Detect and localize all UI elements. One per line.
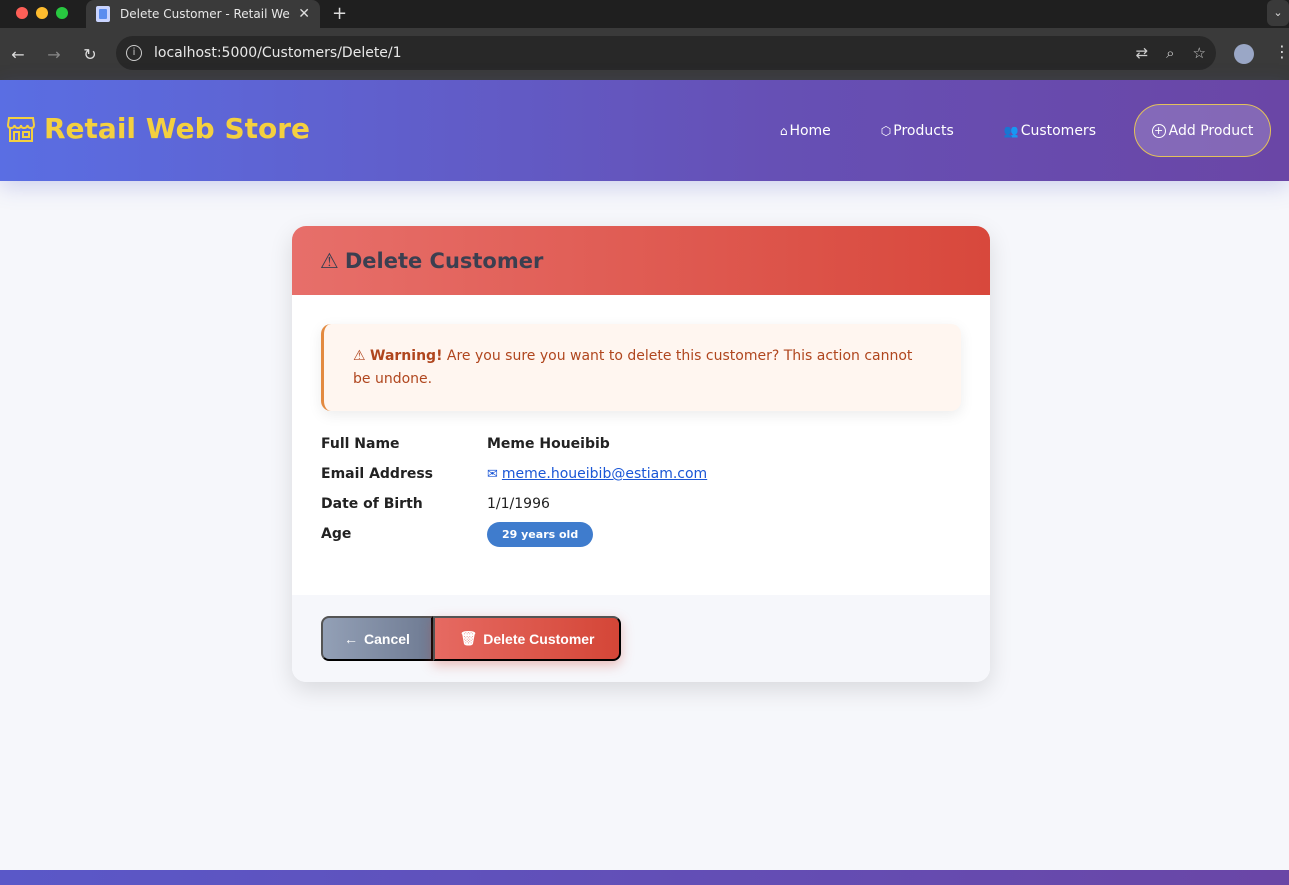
home-icon: ⌂	[779, 123, 788, 138]
nav-customers-label: Customers	[1020, 122, 1096, 139]
dob-label: Date of Birth	[321, 496, 423, 512]
browser-toolbar: ← → ↻ i localhost:5000/Customers/Delete/…	[0, 28, 1289, 80]
brand-link[interactable]: Retail Web Store	[6, 112, 310, 145]
people-icon: 👥	[1003, 123, 1019, 138]
nav-home-label: Home	[789, 122, 831, 139]
warning-alert: ⚠ Warning! Are you sure you want to dele…	[321, 324, 961, 411]
bookmark-star-icon[interactable]: ☆	[1193, 44, 1206, 62]
tab-title: Delete Customer - Retail Web	[120, 7, 291, 21]
browser-tabbar: Delete Customer - Retail Web ✕ + ⌄	[0, 0, 1289, 28]
page-favicon-icon	[96, 6, 110, 22]
store-icon	[6, 116, 36, 142]
email-link[interactable]: meme.houeibib@estiam.com	[502, 466, 707, 482]
tab-search-icon[interactable]: ⌄	[1267, 0, 1289, 26]
full-name-label: Full Name	[321, 436, 400, 452]
browser-tab[interactable]: Delete Customer - Retail Web ✕	[86, 0, 320, 28]
card-header: ⚠ Delete Customer	[292, 226, 990, 295]
browser-menu-icon[interactable]: ⋮	[1274, 42, 1289, 61]
detail-row-email: Email Address ✉ meme.houeibib@estiam.com	[321, 459, 961, 489]
url-text[interactable]: localhost:5000/Customers/Delete/1	[154, 45, 1136, 61]
nav-customers[interactable]: 👥 Customers	[1004, 123, 1096, 139]
card-body: ⚠ Warning! Are you sure you want to dele…	[292, 295, 990, 549]
nav-products-label: Products	[893, 122, 954, 139]
full-name-value: Meme Houeibib	[487, 436, 610, 452]
card-title: Delete Customer	[344, 248, 544, 273]
delete-label: Delete Customer	[483, 630, 595, 647]
plus-circle-icon: +	[1151, 123, 1166, 138]
add-product-label: Add Product	[1168, 122, 1254, 139]
arrow-left-icon: ←	[344, 630, 359, 647]
add-product-button[interactable]: + Add Product	[1134, 104, 1271, 157]
site-header: Retail Web Store ⌂ Home ⬡ Products 👥 Cus…	[0, 80, 1289, 181]
nav-home[interactable]: ⌂ Home	[780, 123, 831, 139]
reload-icon[interactable]: ↻	[72, 45, 108, 64]
email-value-wrap: ✉ meme.houeibib@estiam.com	[487, 466, 707, 482]
email-label: Email Address	[321, 466, 434, 482]
age-label: Age	[321, 526, 352, 542]
card-footer: ← Cancel 🗑 Delete Customer	[292, 595, 990, 682]
brand-name: Retail Web Store	[44, 112, 311, 145]
alert-warning-icon: ⚠	[353, 348, 366, 364]
close-window-button[interactable]	[16, 7, 28, 19]
detail-row-full-name: Full Name Meme Houeibib	[321, 429, 961, 459]
address-bar[interactable]: i localhost:5000/Customers/Delete/1 ⇄ ⌕ …	[116, 36, 1216, 70]
translate-icon[interactable]: ⇄	[1136, 44, 1149, 62]
dob-value: 1/1/1996	[487, 496, 550, 512]
age-badge: 29 years old	[487, 521, 594, 547]
zoom-icon[interactable]: ⌕	[1166, 44, 1174, 62]
nav-products[interactable]: ⬡ Products	[881, 123, 954, 139]
detail-row-dob: Date of Birth 1/1/1996	[321, 489, 961, 519]
profile-avatar[interactable]	[1234, 44, 1254, 64]
new-tab-icon[interactable]: +	[332, 3, 347, 24]
warning-triangle-icon: ⚠	[320, 248, 339, 273]
tab-close-icon[interactable]: ✕	[298, 6, 310, 22]
delete-customer-card: ⚠ Delete Customer ⚠ Warning! Are you sur…	[292, 226, 990, 682]
box-icon: ⬡	[880, 123, 892, 138]
customer-details: Full Name Meme Houeibib Email Address ✉ m…	[321, 429, 961, 549]
window-controls	[16, 7, 68, 19]
maximize-window-button[interactable]	[56, 7, 68, 19]
envelope-icon: ✉	[487, 467, 498, 482]
alert-title: Warning!	[370, 348, 443, 364]
delete-customer-button[interactable]: 🗑 Delete Customer	[433, 616, 621, 661]
forward-arrow-icon[interactable]: →	[36, 45, 72, 64]
detail-row-age: Age 29 years old	[321, 519, 961, 549]
cancel-button[interactable]: ← Cancel	[321, 616, 433, 661]
minimize-window-button[interactable]	[36, 7, 48, 19]
cancel-label: Cancel	[364, 630, 410, 647]
site-info-icon[interactable]: i	[126, 45, 142, 61]
main-nav: ⌂ Home ⬡ Products 👥 Customers + Add Prod…	[730, 104, 1271, 157]
site-footer	[0, 870, 1289, 885]
back-arrow-icon[interactable]: ←	[0, 45, 36, 64]
trash-icon: 🗑	[459, 630, 478, 646]
